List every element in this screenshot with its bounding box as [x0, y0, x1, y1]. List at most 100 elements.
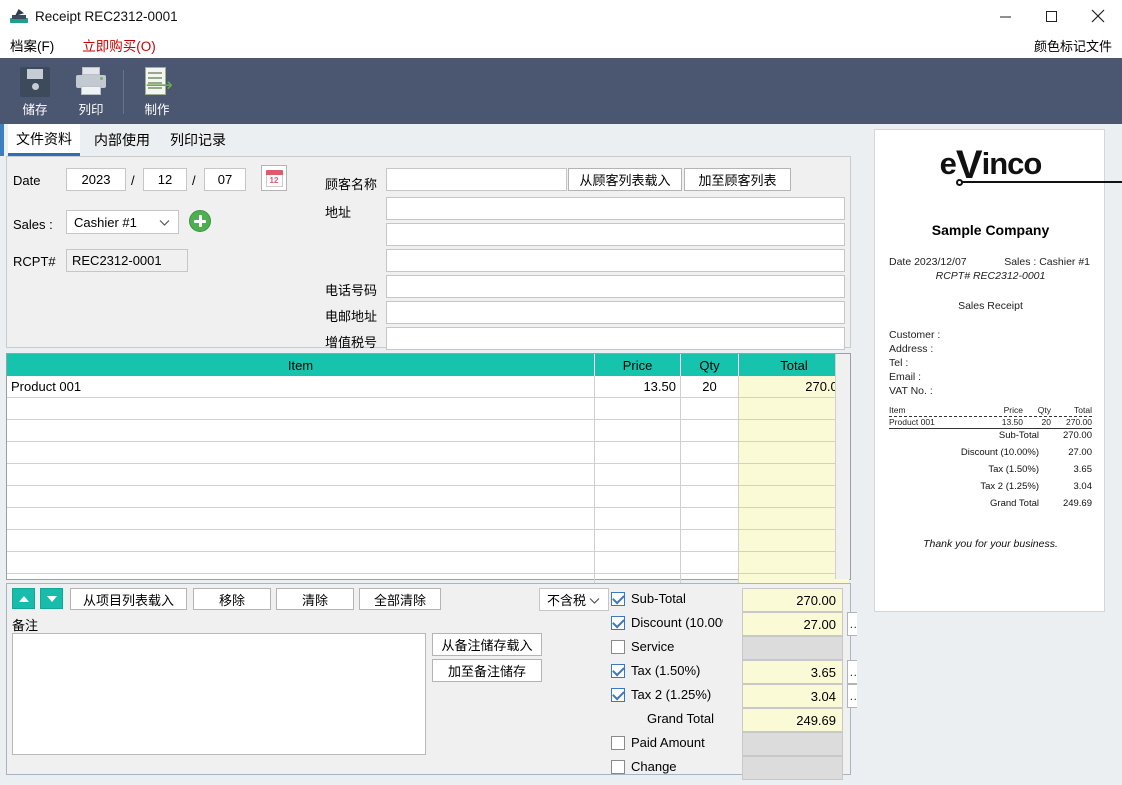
cell-price[interactable]: [595, 486, 681, 507]
cell-total[interactable]: [739, 530, 849, 551]
add-to-customer-list-button[interactable]: 加至顾客列表: [684, 168, 791, 191]
cell-qty[interactable]: 20: [681, 376, 739, 397]
maximize-button[interactable]: [1028, 0, 1074, 32]
add-to-memo-store-button[interactable]: 加至备注储存: [432, 659, 542, 682]
cell-item[interactable]: [7, 552, 595, 573]
table-row[interactable]: [7, 398, 850, 420]
cell-qty[interactable]: [681, 486, 739, 507]
rcpt-number-input[interactable]: [66, 249, 188, 272]
clear-item-button[interactable]: 清除: [276, 588, 354, 610]
load-from-customer-list-button[interactable]: 从顾客列表载入: [568, 168, 682, 191]
cell-price[interactable]: [595, 508, 681, 529]
phone-input[interactable]: [386, 275, 845, 298]
menu-file[interactable]: 档案(F): [10, 35, 54, 55]
menu-buy-now[interactable]: 立即购买(O): [82, 35, 156, 55]
cell-total[interactable]: [739, 420, 849, 441]
tax-mode-select[interactable]: 不含税: [539, 588, 609, 611]
preview-address-label: Address :: [889, 343, 934, 355]
table-row[interactable]: [7, 508, 850, 530]
cell-price[interactable]: [595, 420, 681, 441]
address-line1-input[interactable]: [386, 197, 845, 220]
ribbon-save[interactable]: 储存: [6, 64, 64, 120]
tab-print-records[interactable]: 列印记录: [164, 124, 232, 156]
total-value[interactable]: 249.69: [742, 708, 843, 732]
table-row[interactable]: [7, 552, 850, 574]
close-button[interactable]: [1074, 0, 1122, 32]
total-value[interactable]: 3.04: [742, 684, 843, 708]
cell-item[interactable]: [7, 486, 595, 507]
checkbox-service[interactable]: [611, 640, 625, 654]
cell-qty[interactable]: [681, 530, 739, 551]
cell-total[interactable]: [739, 442, 849, 463]
checkbox-tax-1-50[interactable]: [611, 664, 625, 678]
date-day-input[interactable]: [204, 168, 246, 191]
memo-textarea[interactable]: [12, 633, 426, 755]
cell-item[interactable]: [7, 398, 595, 419]
address-line3-input[interactable]: [386, 249, 845, 272]
tab-internal-use[interactable]: 内部使用: [88, 124, 156, 156]
cell-total[interactable]: [739, 486, 849, 507]
table-row[interactable]: [7, 464, 850, 486]
cell-price[interactable]: [595, 552, 681, 573]
load-from-item-list-button[interactable]: 从项目列表载入: [70, 588, 187, 610]
cell-price[interactable]: [595, 530, 681, 551]
total-value[interactable]: [742, 732, 843, 756]
email-input[interactable]: [386, 301, 845, 324]
checkbox-change[interactable]: [611, 760, 625, 774]
minimize-button[interactable]: [982, 0, 1028, 32]
cell-qty[interactable]: [681, 420, 739, 441]
cell-total[interactable]: 270.00: [739, 376, 849, 397]
cell-item[interactable]: [7, 464, 595, 485]
checkbox-discount-10-00[interactable]: [611, 616, 625, 630]
cell-price[interactable]: 13.50: [595, 376, 681, 397]
color-tag-file-note[interactable]: 颜色标记文件: [1034, 36, 1112, 55]
cell-price[interactable]: [595, 398, 681, 419]
date-year-input[interactable]: [66, 168, 126, 191]
checkbox-paid-amount[interactable]: [611, 736, 625, 750]
customer-name-input[interactable]: [386, 168, 567, 191]
move-item-up-button[interactable]: [12, 588, 35, 609]
load-from-memo-store-button[interactable]: 从备注储存载入: [432, 633, 542, 656]
total-value[interactable]: 270.00: [742, 588, 843, 612]
move-item-down-button[interactable]: [40, 588, 63, 609]
table-row[interactable]: [7, 486, 850, 508]
cell-qty[interactable]: [681, 398, 739, 419]
sales-select[interactable]: Cashier #1: [66, 210, 179, 234]
table-row[interactable]: [7, 420, 850, 442]
ribbon-print[interactable]: 列印: [62, 64, 120, 120]
cell-item[interactable]: [7, 530, 595, 551]
total-value[interactable]: [742, 636, 843, 660]
cell-price[interactable]: [595, 442, 681, 463]
cell-item[interactable]: [7, 420, 595, 441]
cell-item[interactable]: [7, 508, 595, 529]
calendar-picker-button[interactable]: 12: [261, 165, 287, 191]
cell-total[interactable]: [739, 508, 849, 529]
table-row[interactable]: [7, 442, 850, 464]
table-row[interactable]: [7, 530, 850, 552]
items-table-scrollbar[interactable]: [835, 354, 850, 579]
cell-total[interactable]: [739, 398, 849, 419]
table-row[interactable]: Product 001 13.50 20 270.00: [7, 376, 850, 398]
add-sales-button[interactable]: [189, 210, 211, 232]
cell-price[interactable]: [595, 464, 681, 485]
clear-all-items-button[interactable]: 全部清除: [359, 588, 441, 610]
cell-total[interactable]: [739, 552, 849, 573]
remove-item-button[interactable]: 移除: [193, 588, 271, 610]
cell-qty[interactable]: [681, 442, 739, 463]
vat-input[interactable]: [386, 327, 845, 350]
cell-qty[interactable]: [681, 464, 739, 485]
date-month-input[interactable]: [143, 168, 187, 191]
cell-total[interactable]: [739, 464, 849, 485]
cell-item[interactable]: [7, 442, 595, 463]
checkbox-tax-2-1-25[interactable]: [611, 688, 625, 702]
ribbon-make[interactable]: ⟶ 制作: [128, 64, 186, 120]
tab-document-data[interactable]: 文件资料: [8, 124, 80, 156]
cell-qty[interactable]: [681, 508, 739, 529]
total-value[interactable]: 3.65: [742, 660, 843, 684]
cell-item[interactable]: Product 001: [7, 376, 595, 397]
address-line2-input[interactable]: [386, 223, 845, 246]
total-value[interactable]: 27.00: [742, 612, 843, 636]
cell-qty[interactable]: [681, 552, 739, 573]
total-value[interactable]: [742, 756, 843, 780]
checkbox-sub-total[interactable]: [611, 592, 625, 606]
